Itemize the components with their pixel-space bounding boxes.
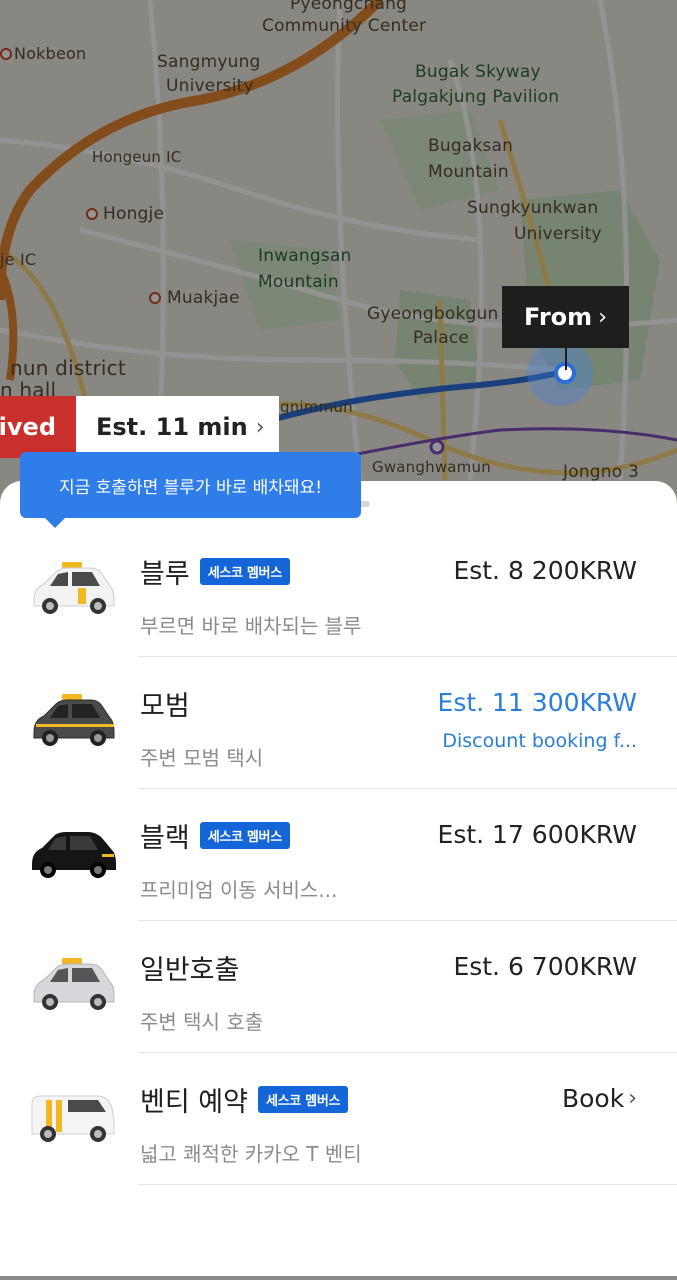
service-row-black[interactable]: 블랙 세스코 멤버스 프리미엄 이동 서비스... Est. 17 600KRW — [0, 790, 677, 921]
service-price: Est. 8 200KRW — [453, 556, 637, 585]
poi-marker-icon — [149, 292, 161, 304]
map-label: Mountain — [258, 272, 339, 292]
service-price: Est. 11 300KRW — [437, 688, 637, 717]
discount-note: Discount booking f... — [442, 730, 637, 752]
service-subtitle: 프리미엄 이동 서비스... — [140, 878, 338, 902]
service-subtitle: 주변 모범 택시 — [140, 746, 264, 770]
map-label: University — [166, 76, 254, 96]
map-label: Hongje — [103, 204, 165, 224]
service-subtitle: 부르면 바로 배차되는 블루 — [140, 614, 362, 638]
divider — [138, 656, 677, 657]
map-label: Gwanghwamun — [372, 458, 491, 476]
book-button[interactable]: Book › — [562, 1084, 637, 1113]
divider — [138, 920, 677, 921]
map-label: Sungkyunkwan — [467, 198, 599, 218]
map-label: Palace — [413, 328, 470, 348]
service-price: Est. 17 600KRW — [437, 820, 637, 849]
taxi-normal-icon — [33, 958, 115, 1010]
service-title: 벤티 예약 — [140, 1087, 248, 1118]
from-button[interactable]: From › — [502, 286, 629, 348]
arrived-tag: rived — [0, 396, 76, 458]
divider — [138, 1184, 677, 1185]
divider — [138, 788, 677, 789]
map-label: gnimmun — [280, 398, 353, 416]
pin-stem — [565, 348, 567, 370]
service-sheet: 블루 세스코 멤버스 부르면 바로 배차되는 블루 Est. 8 200KRW … — [0, 481, 677, 1276]
map-label: Hongeun IC — [92, 148, 182, 166]
map-label: nun district — [10, 356, 126, 380]
taxi-blue-icon — [33, 562, 115, 614]
map-label: Nokbeon — [14, 44, 87, 63]
poi-marker-icon — [0, 48, 12, 60]
service-row-deluxe[interactable]: 모범 주변 모범 택시 Est. 11 300KRW Discount book… — [0, 658, 677, 789]
chevron-right-icon: › — [628, 1086, 637, 1111]
bottom-edge — [0, 1276, 677, 1280]
divider — [138, 1052, 677, 1053]
service-subtitle: 주변 택시 호출 — [140, 1010, 264, 1034]
service-row-normal[interactable]: 일반호출 주변 택시 호출 Est. 6 700KRW — [0, 922, 677, 1053]
service-title: 일반호출 — [140, 955, 240, 986]
map-view[interactable]: Pyeongchang Community Center Nokbeon San… — [0, 0, 677, 520]
tooltip-tail — [44, 517, 66, 528]
service-title: 블랙 — [140, 823, 190, 854]
map-label: Muakjae — [167, 288, 240, 308]
service-subtitle: 넓고 쾌적한 카카오 T 벤티 — [140, 1142, 362, 1166]
map-label: Community Center — [262, 16, 427, 36]
taxi-deluxe-icon — [33, 694, 115, 746]
cesco-members-badge: 세스코 멤버스 — [257, 1086, 349, 1113]
map-label: Bugaksan — [428, 136, 514, 156]
chevron-right-icon: › — [598, 304, 607, 330]
service-title: 모범 — [140, 691, 190, 722]
map-label: Jongno 3 — [563, 462, 639, 482]
eta-button[interactable]: Est. 11 min › — [76, 396, 279, 458]
service-title: 블루 — [140, 559, 190, 590]
map-label: Mountain — [428, 162, 509, 182]
map-label: Gyeongbokgun — [367, 304, 499, 324]
service-row-blue[interactable]: 블루 세스코 멤버스 부르면 바로 배차되는 블루 Est. 8 200KRW — [0, 526, 677, 657]
taxi-venti-icon — [31, 1095, 115, 1142]
cesco-members-badge: 세스코 멤버스 — [199, 822, 290, 849]
eta-label: Est. 11 min — [96, 413, 248, 441]
map-label: je IC — [0, 250, 37, 269]
map-label: Palgakjung Pavilion — [392, 87, 560, 107]
poi-marker-icon — [86, 208, 98, 220]
service-price: Est. 6 700KRW — [453, 952, 637, 981]
map-label: Inwangsan — [258, 246, 352, 266]
map-label: Pyeongchang — [290, 0, 408, 14]
map-label: Sangmyung — [157, 52, 261, 72]
chevron-right-icon: › — [255, 414, 265, 440]
from-label: From — [523, 303, 593, 331]
book-label: Book — [561, 1084, 625, 1113]
service-row-venti[interactable]: 벤티 예약 세스코 멤버스 넓고 쾌적한 카카오 T 벤티 Book › — [0, 1054, 677, 1185]
taxi-black-icon — [32, 832, 116, 878]
dispatch-tooltip: 지금 호출하면 블루가 바로 배차돼요! — [20, 452, 361, 518]
cesco-members-badge: 세스코 멤버스 — [199, 558, 290, 585]
map-label: Bugak Skyway — [415, 62, 541, 82]
map-label: University — [514, 224, 602, 244]
